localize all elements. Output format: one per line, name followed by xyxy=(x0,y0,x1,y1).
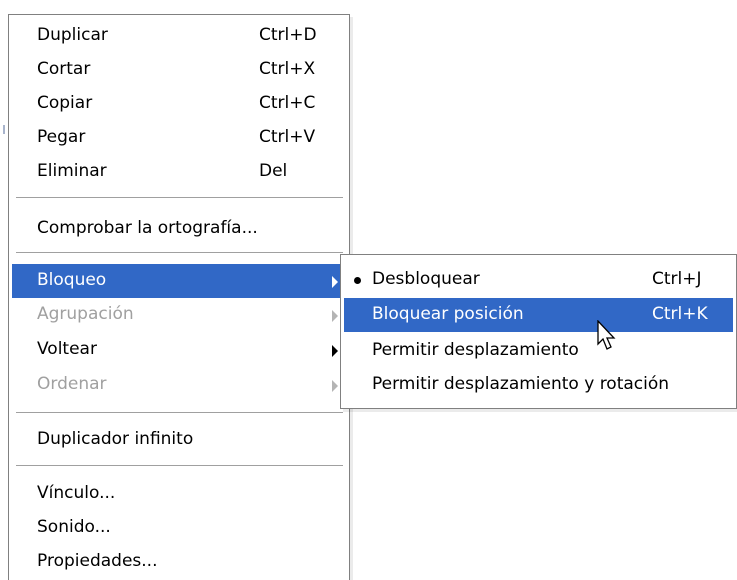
menu-item-duplicar[interactable]: Duplicar Ctrl+D xyxy=(12,19,346,53)
menu-item-agrupacion[interactable]: Agrupación xyxy=(12,298,346,332)
menu-separator xyxy=(16,197,343,199)
menu-item-pegar[interactable]: Pegar Ctrl+V xyxy=(12,121,346,155)
menu-item-shortcut: Ctrl+C xyxy=(259,93,316,113)
submenu-item-permitir-desplazamiento[interactable]: Permitir desplazamiento xyxy=(344,334,733,368)
menu-item-shortcut: Ctrl+D xyxy=(259,25,317,45)
menu-item-label: Eliminar xyxy=(37,161,107,181)
menu-item-label: Agrupación xyxy=(37,304,134,324)
context-menu: Duplicar Ctrl+D Cortar Ctrl+X Copiar Ctr… xyxy=(8,14,350,580)
arrow-pointer-icon xyxy=(597,319,617,357)
menu-item-eliminar[interactable]: Eliminar Del xyxy=(12,155,346,189)
menu-separator xyxy=(16,412,343,414)
menu-item-label: Propiedades... xyxy=(37,551,158,571)
submenu-arrow-icon xyxy=(332,345,338,357)
submenu-item-permitir-desplazamiento-rotacion[interactable]: Permitir desplazamiento y rotación xyxy=(344,368,733,402)
menu-separator xyxy=(16,252,343,254)
menu-item-label: Ordenar xyxy=(37,374,107,394)
menu-item-shortcut: Del xyxy=(259,161,288,181)
bloqueo-submenu: Desbloquear Ctrl+J Bloquear posición Ctr… xyxy=(340,254,737,409)
radio-bullet-icon xyxy=(354,277,361,284)
menu-item-cortar[interactable]: Cortar Ctrl+X xyxy=(12,53,346,87)
menu-item-label: Permitir desplazamiento xyxy=(372,340,579,360)
background-artifact xyxy=(3,125,5,134)
menu-item-shortcut: Ctrl+V xyxy=(259,127,316,147)
menu-item-ordenar[interactable]: Ordenar xyxy=(12,368,346,402)
menu-item-label: Pegar xyxy=(37,127,86,147)
menu-item-label: Comprobar la ortografía... xyxy=(37,218,258,238)
menu-item-propiedades[interactable]: Propiedades... xyxy=(12,545,346,579)
menu-item-copiar[interactable]: Copiar Ctrl+C xyxy=(12,87,346,121)
submenu-arrow-icon xyxy=(332,276,338,288)
menu-item-sonido[interactable]: Sonido... xyxy=(12,511,346,545)
menu-item-duplicador-infinito[interactable]: Duplicador infinito xyxy=(12,423,346,457)
menu-item-comprobar-ortografia[interactable]: Comprobar la ortografía... xyxy=(12,212,346,246)
menu-separator xyxy=(16,465,343,467)
menu-item-label: Bloqueo xyxy=(37,270,107,290)
menu-item-shortcut: Ctrl+J xyxy=(652,269,702,289)
submenu-item-bloquear-posicion[interactable]: Bloquear posición Ctrl+K xyxy=(344,298,733,332)
menu-item-label: Cortar xyxy=(37,59,91,79)
menu-item-bloqueo[interactable]: Bloqueo xyxy=(12,264,346,298)
menu-item-label: Voltear xyxy=(37,339,97,359)
submenu-arrow-icon xyxy=(332,380,338,392)
menu-item-voltear[interactable]: Voltear xyxy=(12,333,346,367)
menu-item-label: Duplicador infinito xyxy=(37,429,194,449)
submenu-arrow-icon xyxy=(332,310,338,322)
menu-item-vinculo[interactable]: Vínculo... xyxy=(12,477,346,511)
menu-item-label: Copiar xyxy=(37,93,93,113)
menu-item-label: Sonido... xyxy=(37,517,111,537)
menu-item-label: Vínculo... xyxy=(37,483,116,503)
menu-item-label: Bloquear posición xyxy=(372,304,524,324)
menu-item-label: Desbloquear xyxy=(372,269,480,289)
menu-item-label: Permitir desplazamiento y rotación xyxy=(372,374,670,394)
menu-item-shortcut: Ctrl+K xyxy=(652,304,708,324)
menu-item-shortcut: Ctrl+X xyxy=(259,59,316,79)
submenu-item-desbloquear[interactable]: Desbloquear Ctrl+J xyxy=(344,263,733,297)
menu-item-label: Duplicar xyxy=(37,25,108,45)
